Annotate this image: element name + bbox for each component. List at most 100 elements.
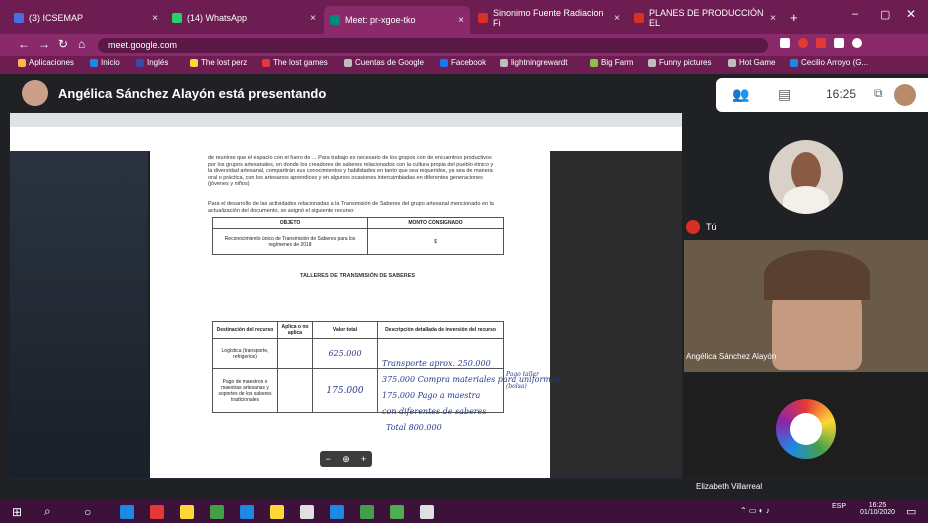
meet-toolbar: 👥 ▤ 16:25 ⧉ [716,78,928,112]
bookmark-icon [590,58,598,67]
extension-icon[interactable] [798,38,808,48]
avatar[interactable] [894,84,916,106]
word-icon[interactable] [330,505,344,519]
office-icon[interactable] [150,505,164,519]
bookmark-label: Inicio [101,58,120,67]
clock-date: 01/10/2020 [860,509,896,516]
presentation-icon[interactable]: ⧉ [874,86,883,101]
browser-tab[interactable]: Meet: pr-xgoe-tko × [324,6,470,34]
budget-table: OBJETO MONTO CONSIGNADO Reconocimiento ú… [212,217,504,255]
bookmark-label: lightningrewardt [511,58,568,67]
bookmark-label: Inglés [147,58,169,67]
table-cell [277,368,313,413]
bookmark-item[interactable]: Aplicaciones [18,58,74,67]
back-icon[interactable]: ← [18,37,30,51]
app-icon[interactable] [420,505,434,519]
participant-name: Elizabeth Villarreal [696,482,763,491]
language-indicator[interactable]: ESP [832,503,846,510]
tab-close-icon[interactable]: × [152,13,158,24]
handwritten-note: Total 800.000 [386,423,442,432]
bookmark-icon [648,58,656,67]
shared-taskbar [10,478,682,479]
handwritten-note: (bolsa) [506,383,527,390]
extension-icon[interactable] [780,38,790,48]
notifications-icon[interactable]: ▭ [906,505,916,518]
tab-label: (3) ICSEMAP [29,13,84,23]
tab-favicon-icon [172,13,182,23]
bookmark-label: Aplicaciones [29,58,74,67]
people-icon[interactable]: 👥 [732,86,749,103]
browser-tab[interactable]: PLANES DE PRODUCCIÓN EL × [628,7,782,29]
bookmark-label: Facebook [451,58,487,67]
profile-icon[interactable] [852,38,862,48]
browser-tab[interactable]: (14) WhatsApp × [166,7,322,29]
bookmark-icon [262,58,270,67]
chrome-icon[interactable] [180,505,194,519]
bookmark-item[interactable]: Funny pictures [648,58,711,67]
zoom-in-button[interactable]: + [361,454,366,464]
paragraph: Para el desarrollo de las actividades re… [208,201,494,214]
bookmark-item[interactable]: lightningrewardt [500,58,567,67]
whatsapp-icon[interactable] [390,505,404,519]
app-icon[interactable] [300,505,314,519]
document-page: de reunirse que el espacio con el fuero … [150,151,560,479]
tab-favicon-icon [478,13,488,23]
reload-icon[interactable]: ↻ [58,37,68,51]
minimize-icon[interactable]: – [852,8,858,20]
url-input[interactable]: meet.google.com [98,38,768,53]
bookmark-item[interactable]: Inglés [136,58,168,67]
mail-icon[interactable] [240,505,254,519]
bookmark-item[interactable]: Big Farm [590,58,633,67]
zoom-out-button[interactable]: − [326,454,331,464]
tab-close-icon[interactable]: × [310,13,316,24]
bookmark-item[interactable]: Cecilio Arroyo (G... [790,58,868,67]
bookmark-item[interactable]: The lost games [262,58,328,67]
shared-right-panel [550,151,682,479]
taskbar-clock[interactable]: 16:25 01/10/2020 [860,502,895,516]
home-icon[interactable]: ⌂ [78,37,85,51]
bookmark-label: Cecilio Arroyo (G... [801,58,869,67]
bookmark-label: Big Farm [601,58,634,67]
tab-close-icon[interactable]: × [614,13,620,24]
bookmark-item[interactable]: Facebook [440,58,486,67]
table-cell: 625.000 [312,338,378,369]
bookmark-item[interactable]: The lost perz [190,58,247,67]
browser-tab[interactable]: Sinonimo Fuente Radiacion Fi × [472,7,626,29]
extension-icon[interactable] [816,38,826,48]
table-cell: Logística (transporte, refrigerios) [212,338,278,369]
handwritten-note: Transporte aprox. 250.000 [382,359,491,368]
bookmark-item[interactable]: Inicio [90,58,120,67]
bookmark-label: The lost perz [201,58,248,67]
close-icon[interactable]: ✕ [906,7,916,21]
tab-favicon-icon [634,13,644,23]
browser-tab[interactable]: (3) ICSEMAP × [8,7,164,29]
extension-icon[interactable] [834,38,844,48]
table-cell: $ [367,228,504,255]
excel-icon[interactable] [360,505,374,519]
maximize-icon[interactable]: ▢ [880,8,890,21]
table-cell: Reconocimiento único de Transmisión de S… [212,228,368,255]
zoom-fit-button[interactable]: ⊕ [342,454,350,465]
bookmark-item[interactable]: Hot Game [728,58,775,67]
task-view-icon[interactable]: ○ [84,505,91,519]
files-icon[interactable] [270,505,284,519]
forward-icon[interactable]: → [38,37,50,51]
store-icon[interactable] [210,505,224,519]
clock-time: 16:25 [868,502,887,509]
new-tab-icon[interactable]: + [790,10,798,25]
table-cell: 175.000 [312,368,378,413]
shared-tab-bar [10,113,682,127]
explorer-icon[interactable] [120,505,134,519]
tab-close-icon[interactable]: × [458,15,464,26]
shared-sidebar [10,151,148,479]
windows-start-icon[interactable]: ⊞ [12,505,22,519]
zoom-controls: − ⊕ + [320,451,372,467]
chat-icon[interactable]: ▤ [778,86,791,103]
tab-close-icon[interactable]: × [770,13,776,24]
bookmark-item[interactable]: Cuentas de Google [344,58,424,67]
windows-taskbar [0,500,928,523]
avatar [769,140,843,214]
search-icon[interactable]: ⌕ [44,504,51,519]
handwritten-note: con diferentes de saberes [382,407,487,416]
table-header: Valor total [312,321,378,339]
